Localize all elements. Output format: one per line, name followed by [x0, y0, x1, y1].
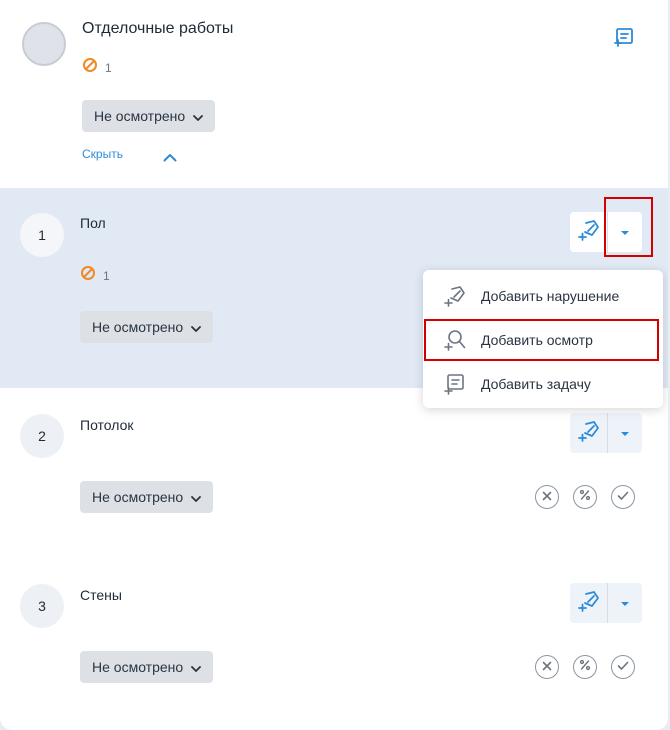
actions-dropdown-toggle[interactable]	[608, 413, 642, 453]
chevron-down-icon	[183, 659, 202, 675]
percent-icon	[579, 488, 591, 506]
caret-down-icon	[620, 594, 630, 612]
add-violation-icon	[443, 284, 467, 308]
row-title: Стены	[80, 587, 122, 603]
violations-count: 1	[103, 268, 110, 283]
verdict-buttons	[535, 485, 635, 509]
row-action-group	[570, 413, 642, 453]
add-task-icon	[443, 372, 467, 396]
partial-button[interactable]	[573, 485, 597, 509]
menu-item-add-violation[interactable]: Добавить нарушение	[423, 276, 663, 316]
row-violations: 1	[80, 265, 110, 286]
section-title: Отделочные работы	[82, 20, 234, 37]
section-violations: 1	[82, 57, 112, 78]
add-task-icon	[612, 28, 636, 54]
violation-icon	[80, 265, 96, 286]
highlight-box-dropdown-toggle	[604, 197, 653, 257]
check-icon	[617, 658, 629, 676]
reject-button[interactable]	[535, 485, 559, 509]
menu-item-label: Добавить нарушение	[481, 288, 620, 304]
violations-count: 1	[105, 60, 112, 75]
add-violation-button[interactable]	[570, 212, 609, 252]
highlight-box-add-inspection	[424, 319, 659, 361]
close-icon	[542, 488, 552, 506]
chevron-down-icon	[185, 108, 204, 124]
add-violation-icon	[577, 218, 601, 247]
status-label: Не осмотрено	[94, 108, 186, 124]
menu-item-label: Добавить задачу	[481, 376, 591, 392]
actions-dropdown-toggle[interactable]	[608, 583, 642, 623]
status-dropdown[interactable]: Не осмотрено	[80, 311, 214, 343]
row-number: 3	[20, 584, 64, 628]
status-dropdown[interactable]: Не осмотрено	[80, 651, 214, 683]
row-title: Пол	[80, 215, 106, 231]
add-violation-icon	[577, 589, 601, 618]
status-label: Не осмотрено	[92, 319, 184, 335]
chevron-down-icon	[183, 489, 202, 505]
add-violation-icon	[577, 419, 601, 448]
section-avatar	[22, 22, 66, 66]
row-title: Потолок	[80, 417, 134, 433]
row-number: 1	[20, 213, 64, 257]
caret-down-icon	[620, 424, 630, 442]
approve-button[interactable]	[611, 485, 635, 509]
approve-button[interactable]	[611, 655, 635, 679]
chevron-down-icon	[183, 319, 202, 335]
check-icon	[617, 488, 629, 506]
status-label: Не осмотрено	[92, 489, 184, 505]
chevron-up-icon[interactable]	[163, 149, 177, 167]
add-violation-button[interactable]	[570, 583, 609, 623]
violation-icon	[82, 57, 98, 78]
status-dropdown[interactable]: Не осмотрено	[80, 481, 214, 513]
row-number: 2	[20, 414, 64, 458]
reject-button[interactable]	[535, 655, 559, 679]
menu-item-add-task[interactable]: Добавить задачу	[423, 364, 663, 404]
verdict-buttons	[535, 655, 635, 679]
partial-button[interactable]	[573, 655, 597, 679]
add-task-button[interactable]	[612, 26, 636, 55]
close-icon	[542, 658, 552, 676]
hide-link[interactable]: Скрыть	[82, 147, 123, 161]
row-action-group	[570, 583, 642, 623]
status-label: Не осмотрено	[92, 659, 184, 675]
add-violation-button[interactable]	[570, 413, 609, 453]
status-dropdown[interactable]: Не осмотрено	[82, 100, 216, 132]
percent-icon	[579, 658, 591, 676]
work-section-card: Отделочные работы 1 Не осмотрено Скрыть	[0, 0, 668, 730]
